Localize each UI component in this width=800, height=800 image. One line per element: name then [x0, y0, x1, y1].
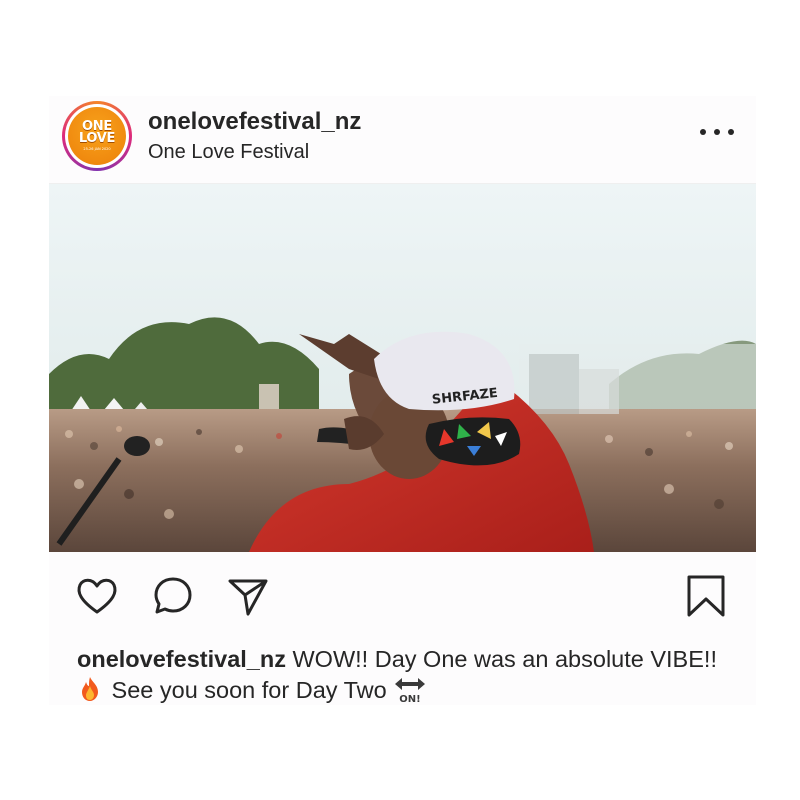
one-love-logo: ONE LOVE 25-26 JAN 2020: [68, 107, 126, 165]
caption-text-1: WOW!! Day One was an absolute VIBE!!: [285, 646, 717, 672]
post-username[interactable]: onelovefestival_nz: [148, 108, 361, 136]
caption-text-2: See you soon for Day Two: [105, 677, 387, 703]
caption-username[interactable]: onelovefestival_nz: [77, 646, 286, 672]
heart-icon[interactable]: [74, 573, 120, 619]
bookmark-icon[interactable]: [683, 573, 729, 619]
fire-emoji-icon: [82, 677, 98, 701]
more-options-icon[interactable]: [700, 122, 734, 142]
post-actions: [49, 565, 756, 625]
comment-icon[interactable]: [150, 573, 196, 619]
post-location[interactable]: One Love Festival: [148, 141, 309, 164]
post-video[interactable]: SHRFAZE: [49, 184, 756, 552]
post-caption: onelovefestival_nz WOW!! Day One was an …: [77, 644, 737, 706]
paper-plane-icon[interactable]: [225, 573, 271, 619]
avatar[interactable]: ONE LOVE 25-26 JAN 2020: [62, 101, 132, 171]
video-frame: SHRFAZE: [49, 184, 756, 552]
on-arrow-emoji-icon: ON!: [394, 678, 425, 704]
post-header: ONE LOVE 25-26 JAN 2020 onelovefestival_…: [49, 96, 756, 184]
instagram-post: ONE LOVE 25-26 JAN 2020 onelovefestival_…: [49, 96, 756, 705]
on-label: ON!: [399, 694, 420, 704]
